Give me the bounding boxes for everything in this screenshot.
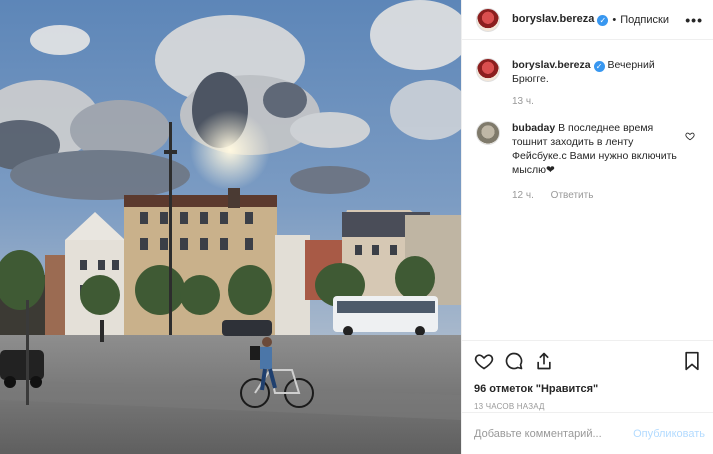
likes-count[interactable]: 96 отметок "Нравится"	[474, 383, 701, 395]
comment-like-heart-icon[interactable]	[685, 131, 695, 141]
post-comment-button[interactable]: Опубликовать	[633, 428, 705, 440]
share-icon[interactable]	[534, 351, 554, 371]
comment-time[interactable]: 12 ч.	[512, 190, 534, 201]
post-side-panel: boryslav.bereza ✓ • Подписки ••• boryslav…	[461, 0, 713, 454]
comment-avatar[interactable]	[476, 121, 500, 145]
add-comment-bar: Опубликовать	[462, 412, 713, 454]
comment-username[interactable]: bubaday	[512, 122, 555, 134]
comment-icon[interactable]	[504, 351, 524, 371]
comment-body: bubaday В последнее время тошнит заходит…	[512, 121, 682, 203]
avatar[interactable]	[476, 7, 500, 32]
post-photo[interactable]	[0, 0, 461, 454]
caption-avatar[interactable]	[476, 58, 500, 82]
following-button[interactable]: Подписки	[620, 14, 669, 26]
action-icons	[474, 349, 701, 373]
caption-username[interactable]: boryslav.bereza	[512, 59, 591, 71]
caption-time[interactable]: 13 ч.	[512, 96, 534, 107]
post-actions: 96 отметок "Нравится" 13 ЧАСОВ НАЗАД	[462, 340, 713, 411]
bookmark-icon[interactable]	[683, 351, 701, 371]
heart-icon[interactable]	[474, 351, 494, 371]
verified-icon: ✓	[593, 61, 605, 72]
post-header: boryslav.bereza ✓ • Подписки •••	[462, 0, 713, 40]
post-username-text[interactable]: boryslav.bereza	[512, 13, 594, 25]
post-username[interactable]: boryslav.bereza ✓	[512, 13, 609, 26]
comments-list: boryslav.bereza ✓ Вечерний Брюгге. 13 ч. …	[462, 40, 713, 340]
reply-button[interactable]: Ответить	[551, 190, 594, 201]
comment-input[interactable]	[474, 427, 624, 440]
separator-dot: •	[612, 13, 617, 26]
post-modal: boryslav.bereza ✓ • Подписки ••• boryslav…	[0, 0, 713, 454]
post-timestamp[interactable]: 13 ЧАСОВ НАЗАД	[474, 402, 701, 411]
bruges-square-photo	[0, 0, 461, 454]
comment: bubaday В последнее время тошнит заходит…	[476, 121, 699, 203]
more-icon[interactable]: •••	[685, 13, 703, 27]
caption-body: boryslav.bereza ✓ Вечерний Брюгге. 13 ч.	[512, 58, 682, 109]
caption: boryslav.bereza ✓ Вечерний Брюгге. 13 ч.	[476, 58, 699, 109]
verified-icon: ✓	[597, 15, 609, 26]
